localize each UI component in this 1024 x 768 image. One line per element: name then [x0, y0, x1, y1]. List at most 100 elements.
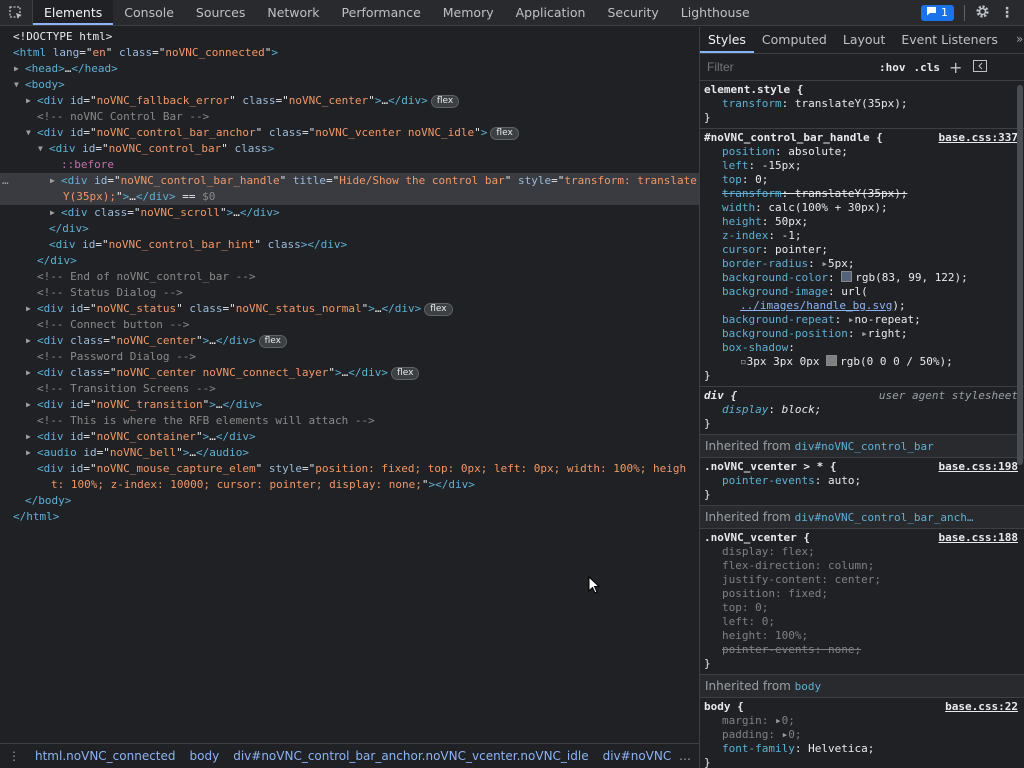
css-property[interactable]: pointer-events: none; — [700, 643, 1024, 657]
dom-node-line[interactable]: </body> — [0, 493, 699, 509]
url-link[interactable]: ../images/handle_bg.svg — [740, 299, 892, 312]
breadcrumb-item[interactable]: div#noVNC_control_bar_anchor.noVNC_vcent… — [226, 749, 595, 763]
dom-node-line[interactable]: ▶ <audio id="noVNC_bell">…</audio> — [0, 445, 699, 461]
css-property[interactable]: height: 50px; — [700, 215, 1024, 229]
node-actions-icon[interactable]: … — [2, 173, 9, 189]
css-property[interactable]: box-shadow: — [700, 341, 1024, 355]
css-property[interactable]: ../images/handle_bg.svg); — [700, 299, 1024, 313]
css-property[interactable]: width: calc(100% + 30px); — [700, 201, 1024, 215]
tab-security[interactable]: Security — [596, 0, 669, 25]
css-property[interactable]: left: -15px; — [700, 159, 1024, 173]
dom-node-line[interactable]: … ▶ <div id="noVNC_control_bar_handle" tit… — [0, 173, 699, 189]
dom-node-line[interactable]: </div> — [0, 221, 699, 237]
more-tabs-icon[interactable]: » — [1006, 27, 1024, 53]
expand-right-icon[interactable]: ▶ — [26, 333, 31, 349]
css-property[interactable]: ▫3px 3px 0px rgb(0 0 0 / 50%); — [700, 355, 1024, 369]
css-property[interactable]: margin: ▸0; — [700, 714, 1024, 728]
selector-text[interactable]: .noVNC_vcenter > * { — [704, 460, 836, 473]
dom-node-line[interactable]: t: 100%; z-index: 10000; cursor: pointer… — [0, 477, 699, 493]
dom-node-line[interactable]: ▶ <div class="noVNC_center">…</div> flex — [0, 333, 699, 349]
color-swatch[interactable] — [841, 271, 853, 282]
flex-badge[interactable]: flex — [430, 95, 460, 108]
dom-node-line[interactable]: ▶ <div id="noVNC_container">…</div> — [0, 429, 699, 445]
css-property[interactable]: flex-direction: column; — [700, 559, 1024, 573]
dom-node-line[interactable]: <!-- This is where the RFB elements will… — [0, 413, 699, 429]
tab-memory[interactable]: Memory — [432, 0, 505, 25]
flex-badge[interactable]: flex — [424, 303, 453, 316]
breadcrumb-item[interactable]: body — [183, 749, 227, 763]
css-property[interactable]: justify-content: center; — [700, 573, 1024, 587]
selector-text[interactable]: element.style { — [704, 83, 803, 96]
rule-source-link[interactable]: base.css:188 — [939, 531, 1018, 545]
dom-node-line[interactable]: <!-- Password Dialog --> — [0, 349, 699, 365]
new-rule-plus-icon[interactable]: + — [944, 58, 967, 77]
tab-styles[interactable]: Styles — [700, 27, 754, 53]
inherited-node-link[interactable]: body — [795, 680, 822, 693]
tab-application[interactable]: Application — [505, 0, 597, 25]
dom-node-line[interactable]: <!-- Transition Screens --> — [0, 381, 699, 397]
settings-gear-icon[interactable] — [975, 4, 990, 22]
dom-node-line[interactable]: ▶ <div class="noVNC_center noVNC_connect_… — [0, 365, 699, 381]
css-property[interactable]: transform: translateY(35px); — [700, 97, 1024, 111]
breadcrumb-more-icon[interactable]: … — [671, 749, 699, 763]
css-property[interactable]: background-color: rgb(83, 99, 122); — [700, 271, 1024, 285]
selector-text[interactable]: #noVNC_control_bar_handle { — [704, 131, 883, 144]
dom-node-line[interactable]: ▶ <div id="noVNC_status" class="noVNC_sta… — [0, 301, 699, 317]
flex-badge[interactable]: flex — [258, 335, 287, 348]
expand-right-icon[interactable]: ▶ — [50, 173, 55, 189]
scroll-left-icon[interactable]: ⋮ — [0, 749, 28, 763]
css-property[interactable]: border-radius: ▸5px; — [700, 257, 1024, 271]
css-property[interactable]: background-position: ▸right; — [700, 327, 1024, 341]
tab-computed[interactable]: Computed — [754, 27, 835, 53]
css-property[interactable]: display: block; — [700, 403, 1024, 417]
dom-node-line[interactable]: ▼ <div id="noVNC_control_bar" class> — [0, 141, 699, 157]
rule-source-link[interactable]: base.css:22 — [945, 700, 1018, 714]
css-property[interactable]: cursor: pointer; — [700, 243, 1024, 257]
tab-network[interactable]: Network — [256, 0, 330, 25]
rule-source-link[interactable]: base.css:337 — [939, 131, 1018, 145]
cls-button[interactable]: .cls — [910, 61, 945, 74]
dom-node-line[interactable]: <div id="noVNC_control_bar_hint" class><… — [0, 237, 699, 253]
hov-button[interactable]: :hov — [875, 61, 910, 74]
css-property[interactable]: font-family: Helvetica; — [700, 742, 1024, 756]
css-property[interactable]: height: 100%; — [700, 629, 1024, 643]
dom-node-line[interactable]: ::before — [0, 157, 699, 173]
css-property[interactable]: top: 0; — [700, 601, 1024, 615]
inherited-node-link[interactable]: div#noVNC_control_bar — [795, 440, 934, 453]
inherited-node-link[interactable]: div#noVNC_control_bar_anch… — [795, 511, 974, 524]
expand-shorthand-icon[interactable]: ▸ — [775, 714, 782, 727]
flex-badge[interactable]: flex — [391, 367, 420, 380]
more-options-icon[interactable]: ⋮ — [1000, 5, 1014, 21]
dom-node-line[interactable]: ▶ <div id="noVNC_transition">…</div> — [0, 397, 699, 413]
dom-node-line[interactable]: </html> — [0, 509, 699, 525]
dom-node-line[interactable]: ▼ <div id="noVNC_control_bar_anchor" clas… — [0, 125, 699, 141]
selector-text[interactable]: body { — [704, 700, 744, 713]
expand-right-icon[interactable]: ▶ — [26, 301, 31, 317]
css-property[interactable]: transform: translateY(35px); — [700, 187, 1024, 201]
shadow-editor-icon[interactable]: ▫ — [740, 355, 747, 368]
dom-node-line[interactable]: ▶ <div id="noVNC_fallback_error" class="n… — [0, 93, 699, 109]
expand-shorthand-icon[interactable]: ▸ — [861, 327, 868, 340]
dom-node-line[interactable]: <html lang="en" class="noVNC_connected"> — [0, 45, 699, 61]
dom-node-line[interactable]: <!DOCTYPE html> — [0, 29, 699, 45]
dom-node-line[interactable]: ▼ <body> — [0, 77, 699, 93]
breadcrumb-item[interactable]: div#noVNC_control_b — [596, 749, 671, 763]
tab-console[interactable]: Console — [113, 0, 185, 25]
styles-scrollbar[interactable] — [1017, 85, 1023, 465]
selector-text[interactable]: div { — [704, 389, 737, 402]
dom-node-line[interactable]: <!-- noVNC Control Bar --> — [0, 109, 699, 125]
css-property[interactable]: z-index: -1; — [700, 229, 1024, 243]
dom-node-line[interactable]: ▶ <div class="noVNC_scroll">…</div> — [0, 205, 699, 221]
css-property[interactable]: position: absolute; — [700, 145, 1024, 159]
css-property[interactable]: pointer-events: auto; — [700, 474, 1024, 488]
dom-node-line[interactable]: Y(35px);">…</div> == $0 — [0, 189, 699, 205]
rule-source-link[interactable]: base.css:198 — [939, 460, 1018, 474]
tab-event-listeners[interactable]: Event Listeners — [893, 27, 1006, 53]
tab-sources[interactable]: Sources — [185, 0, 256, 25]
expand-right-icon[interactable]: ▶ — [14, 61, 19, 77]
css-property[interactable]: background-repeat: ▸no-repeat; — [700, 313, 1024, 327]
css-property[interactable]: position: fixed; — [700, 587, 1024, 601]
dom-node-line[interactable]: <!-- End of noVNC_control_bar --> — [0, 269, 699, 285]
color-swatch[interactable] — [826, 355, 838, 366]
tab-elements[interactable]: Elements — [33, 0, 114, 25]
